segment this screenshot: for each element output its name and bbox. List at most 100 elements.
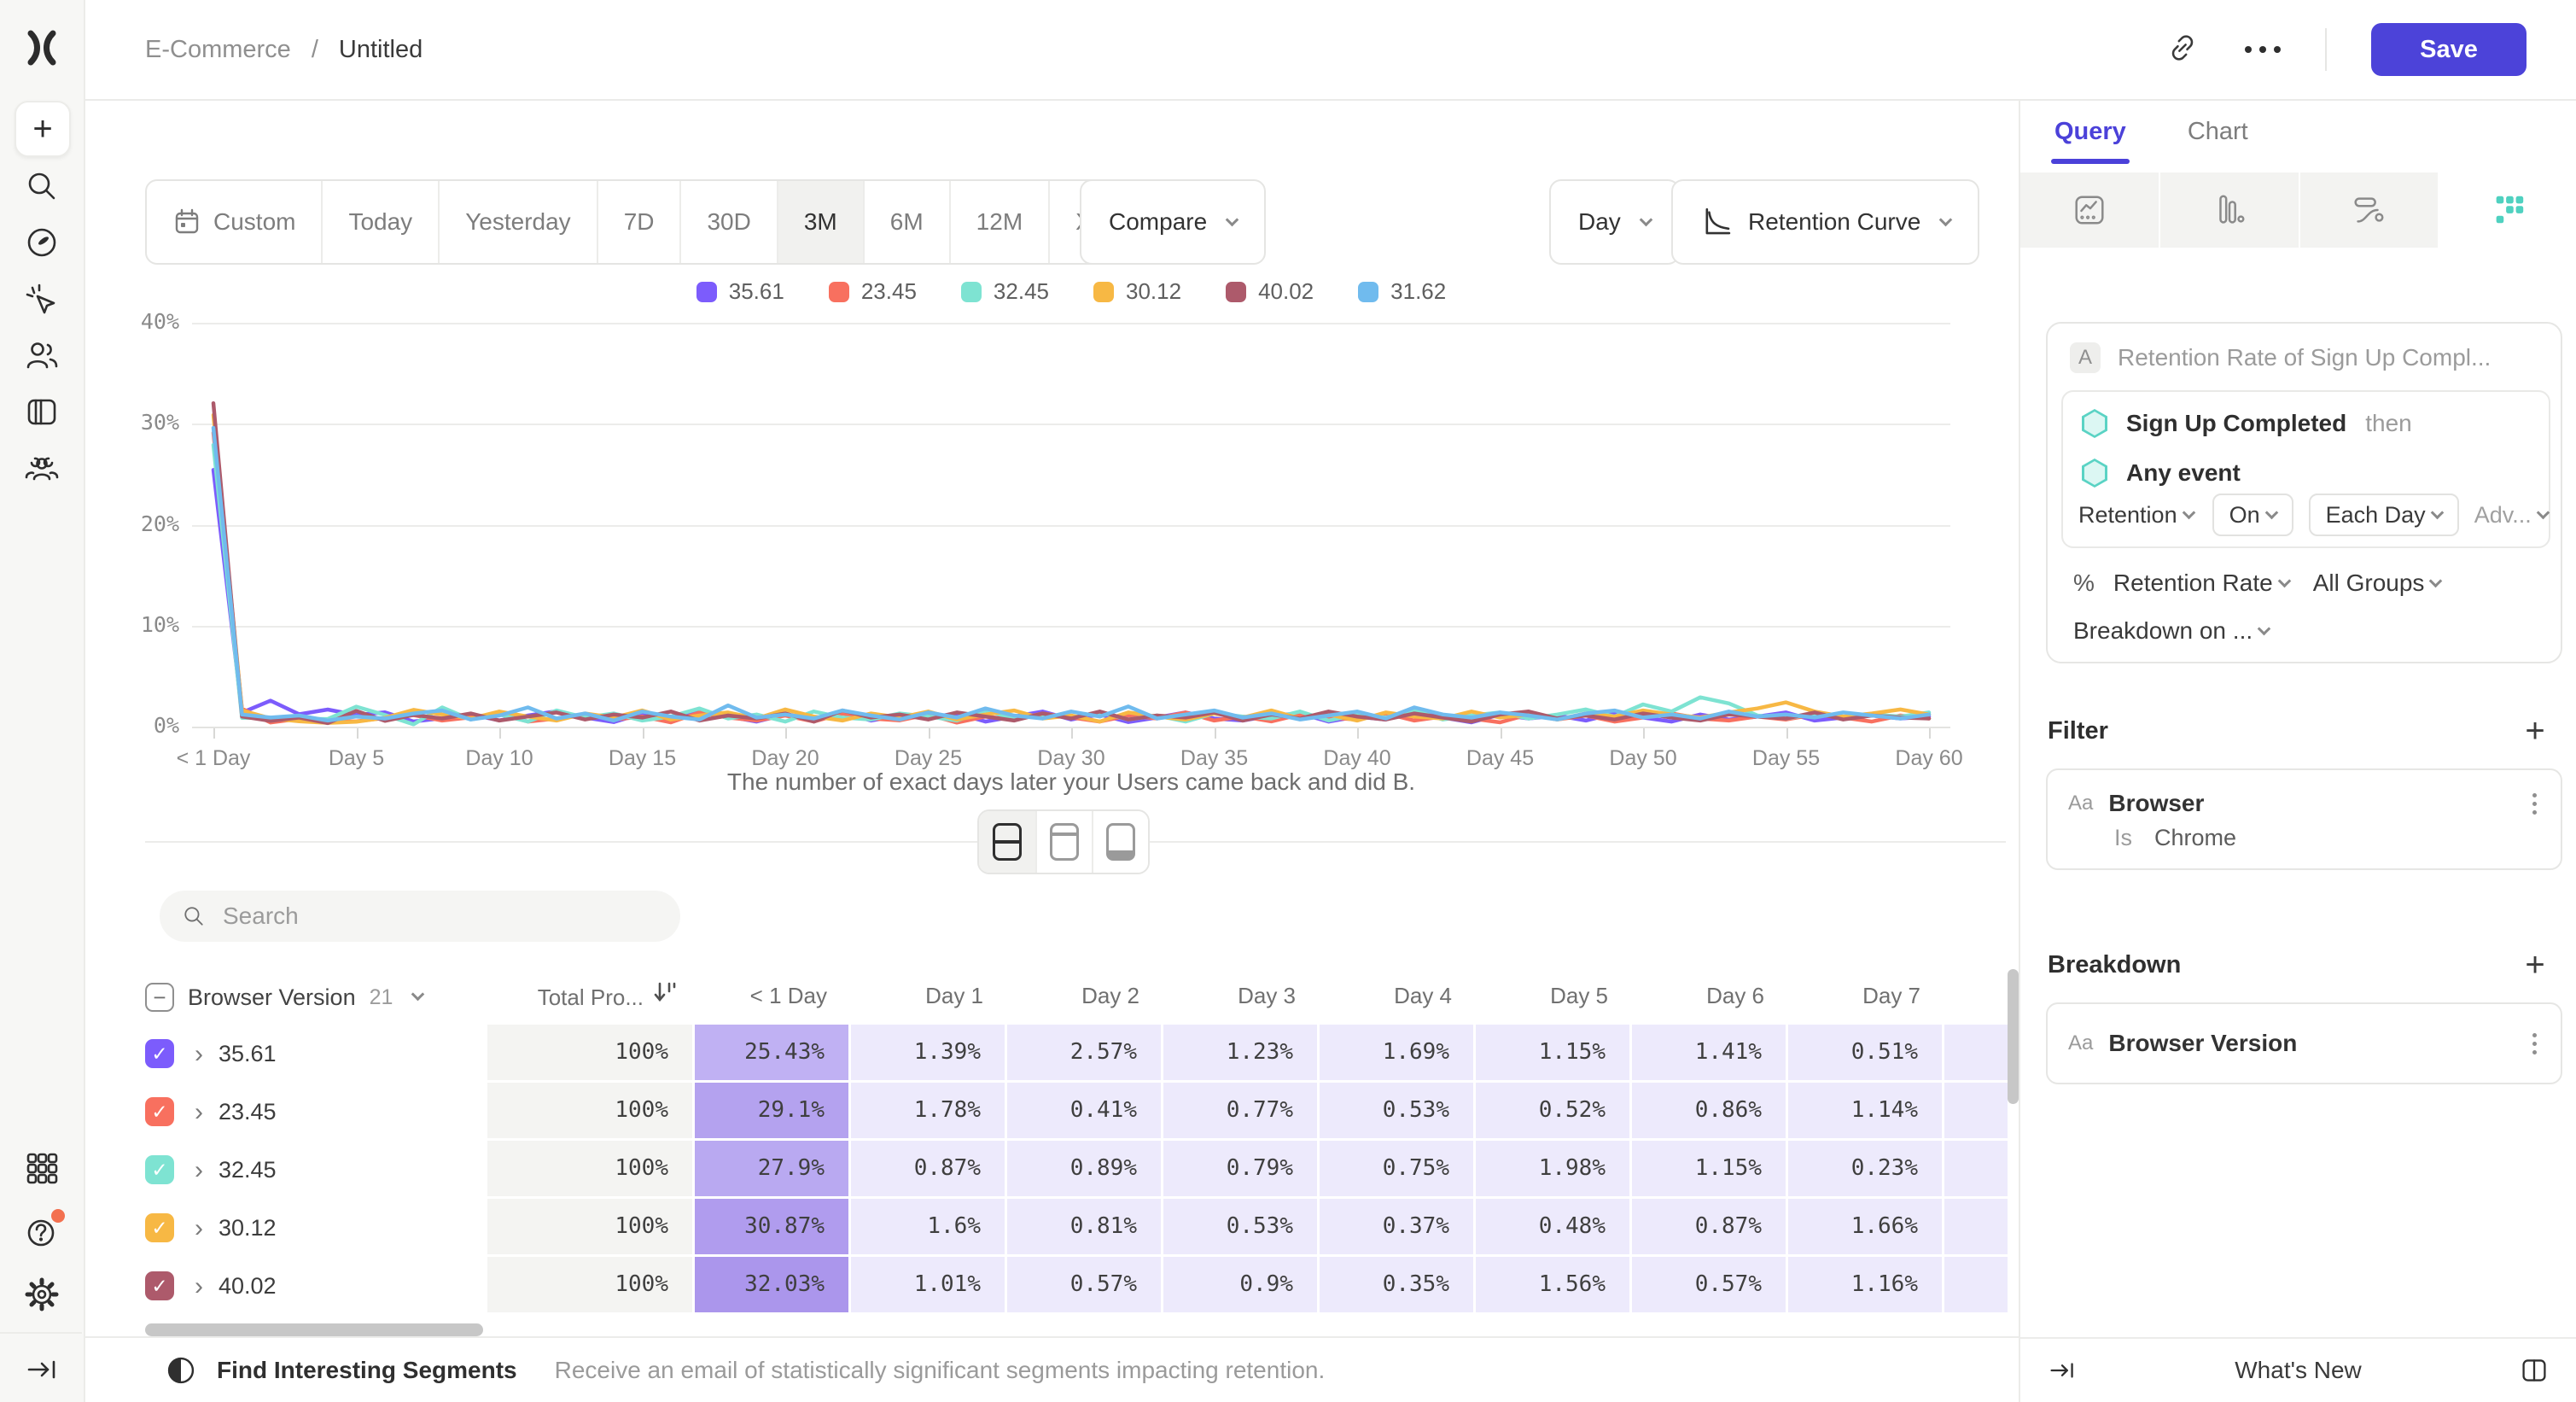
- tab-insights-report[interactable]: [2020, 172, 2159, 248]
- kebab-menu-icon[interactable]: [2532, 793, 2540, 815]
- add-filter-button[interactable]: +: [2520, 712, 2550, 751]
- date-range-today[interactable]: Today: [321, 181, 438, 263]
- table-row-label[interactable]: ✓›30.12: [145, 1199, 487, 1257]
- boards-icon[interactable]: [22, 392, 61, 431]
- table-header-day-1[interactable]: Day 1: [851, 969, 1007, 1025]
- events-cursor-icon[interactable]: [22, 279, 61, 318]
- event-step-1-name[interactable]: Sign Up Completed: [2126, 410, 2346, 437]
- breakdown-on-dropdown[interactable]: Breakdown on ...: [2073, 617, 2269, 645]
- compass-icon[interactable]: [22, 223, 61, 262]
- legend-item-31.62[interactable]: 31.62: [1358, 278, 1446, 305]
- expand-row-icon[interactable]: ›: [195, 1200, 203, 1256]
- table-row-label[interactable]: ✓›35.61: [145, 1025, 487, 1083]
- users-icon[interactable]: [22, 336, 61, 375]
- row-checkbox[interactable]: ✓: [145, 1271, 174, 1300]
- segments-title[interactable]: Find Interesting Segments: [217, 1357, 517, 1384]
- expand-row-icon[interactable]: ›: [195, 1026, 203, 1082]
- cell-day7[interactable]: 0.23%: [1788, 1141, 1944, 1199]
- filter-property-row[interactable]: Aa Browser: [2048, 770, 2561, 825]
- row-checkbox[interactable]: ✓: [145, 1097, 174, 1126]
- retention-type-dropdown[interactable]: Retention: [2075, 502, 2197, 529]
- query-title[interactable]: Retention Rate of Sign Up Compl...: [2118, 344, 2491, 371]
- cell-day5[interactable]: 0.48%: [1476, 1199, 1632, 1257]
- table-header-day-3[interactable]: Day 3: [1163, 969, 1320, 1025]
- cell-day3[interactable]: 1.23%: [1163, 1025, 1320, 1083]
- cell-day3[interactable]: 0.77%: [1163, 1083, 1320, 1141]
- date-range-custom[interactable]: Custom: [147, 181, 321, 263]
- row-checkbox[interactable]: ✓: [145, 1213, 174, 1242]
- cell-day2[interactable]: 0.89%: [1007, 1141, 1163, 1199]
- tab-retention-report[interactable]: [2439, 172, 2576, 248]
- cohorts-icon[interactable]: [22, 450, 61, 489]
- cell-day6[interactable]: 0.57%: [1632, 1257, 1788, 1315]
- search-icon[interactable]: [22, 166, 61, 206]
- cell-day0[interactable]: 27.9%: [695, 1141, 851, 1199]
- cell-day6[interactable]: 0.86%: [1632, 1083, 1788, 1141]
- breadcrumb-title[interactable]: Untitled: [339, 36, 423, 64]
- table-header-total[interactable]: Total Pro...: [487, 969, 695, 1025]
- date-range-12m[interactable]: 12M: [949, 181, 1048, 263]
- cell-day3[interactable]: 0.9%: [1163, 1257, 1320, 1315]
- cell-day4[interactable]: 1.69%: [1320, 1025, 1476, 1083]
- advanced-dropdown[interactable]: Adv...: [2474, 502, 2548, 529]
- cell-day1[interactable]: 1.39%: [851, 1025, 1007, 1083]
- cell-day0[interactable]: 29.1%: [695, 1083, 851, 1141]
- table-header-day-5[interactable]: Day 5: [1476, 969, 1632, 1025]
- filter-value[interactable]: Chrome: [2154, 825, 2236, 851]
- cell-day6[interactable]: 1.41%: [1632, 1025, 1788, 1083]
- expand-row-icon[interactable]: ›: [195, 1259, 203, 1314]
- kebab-menu-icon[interactable]: [2532, 1033, 2540, 1054]
- expand-row-icon[interactable]: ›: [195, 1142, 203, 1198]
- legend-item-30.12[interactable]: 30.12: [1093, 278, 1181, 305]
- table-header-day-4[interactable]: Day 4: [1320, 969, 1476, 1025]
- cell-day2[interactable]: 0.81%: [1007, 1199, 1163, 1257]
- mixpanel-logo-icon[interactable]: [22, 28, 61, 67]
- row-checkbox[interactable]: ✓: [145, 1155, 174, 1184]
- cell-day7[interactable]: 1.14%: [1788, 1083, 1944, 1141]
- legend-item-32.45[interactable]: 32.45: [961, 278, 1049, 305]
- date-range-3m[interactable]: 3M: [777, 181, 863, 263]
- more-options-icon[interactable]: [2245, 46, 2281, 53]
- interesting-segments-bar[interactable]: Find Interesting Segments Receive an ema…: [85, 1336, 2019, 1402]
- breadcrumb-project[interactable]: E-Commerce: [145, 36, 291, 64]
- legend-item-35.61[interactable]: 35.61: [696, 278, 784, 305]
- each-day-dropdown[interactable]: Each Day: [2309, 494, 2459, 536]
- cell-day5[interactable]: 1.15%: [1476, 1025, 1632, 1083]
- date-range-6m[interactable]: 6M: [863, 181, 949, 263]
- groups-dropdown[interactable]: All Groups: [2313, 570, 2441, 597]
- on-dropdown[interactable]: On: [2212, 494, 2293, 536]
- cell-day7[interactable]: 1.66%: [1788, 1199, 1944, 1257]
- collapse-panel-icon[interactable]: [2046, 1354, 2078, 1387]
- row-checkbox[interactable]: ✓: [145, 1039, 174, 1068]
- granularity-button[interactable]: Day: [1549, 179, 1680, 265]
- date-range-7d[interactable]: 7D: [597, 181, 680, 263]
- cell-day0[interactable]: 32.03%: [695, 1257, 851, 1315]
- copy-link-icon[interactable]: [2165, 30, 2200, 70]
- cell-day1[interactable]: 0.87%: [851, 1141, 1007, 1199]
- table-header-day-6[interactable]: Day 6: [1632, 969, 1788, 1025]
- table-header-group[interactable]: −Browser Version21: [145, 969, 487, 1025]
- table-row-label[interactable]: ✓›40.02: [145, 1257, 487, 1315]
- tab-flows-report[interactable]: [2300, 172, 2439, 248]
- cell-day2[interactable]: 0.41%: [1007, 1083, 1163, 1141]
- cell-day6[interactable]: 0.87%: [1632, 1199, 1788, 1257]
- cell-day5[interactable]: 1.56%: [1476, 1257, 1632, 1315]
- cell-day1[interactable]: 1.01%: [851, 1257, 1007, 1315]
- cell-day4[interactable]: 0.75%: [1320, 1141, 1476, 1199]
- filter-operator[interactable]: Is: [2114, 825, 2132, 851]
- cell-day1[interactable]: 1.6%: [851, 1199, 1007, 1257]
- cell-day2[interactable]: 0.57%: [1007, 1257, 1163, 1315]
- cell-day0[interactable]: 30.87%: [695, 1199, 851, 1257]
- measure-dropdown[interactable]: Retention Rate: [2113, 570, 2289, 597]
- table-header-day-2[interactable]: Day 2: [1007, 969, 1163, 1025]
- event-step-2-name[interactable]: Any event: [2126, 459, 2241, 487]
- table-header-<-1-day[interactable]: < 1 Day: [695, 969, 851, 1025]
- date-range-yesterday[interactable]: Yesterday: [438, 181, 597, 263]
- whats-new-link[interactable]: What's New: [2235, 1357, 2362, 1384]
- table-header-day-8[interactable]: Day 8: [1944, 969, 2008, 1025]
- compare-button[interactable]: Compare: [1080, 179, 1266, 265]
- chart-type-button[interactable]: Retention Curve: [1671, 179, 1979, 265]
- cell-day3[interactable]: 0.53%: [1163, 1199, 1320, 1257]
- apps-grid-icon[interactable]: [22, 1148, 61, 1188]
- retention-line-chart[interactable]: [192, 314, 1950, 741]
